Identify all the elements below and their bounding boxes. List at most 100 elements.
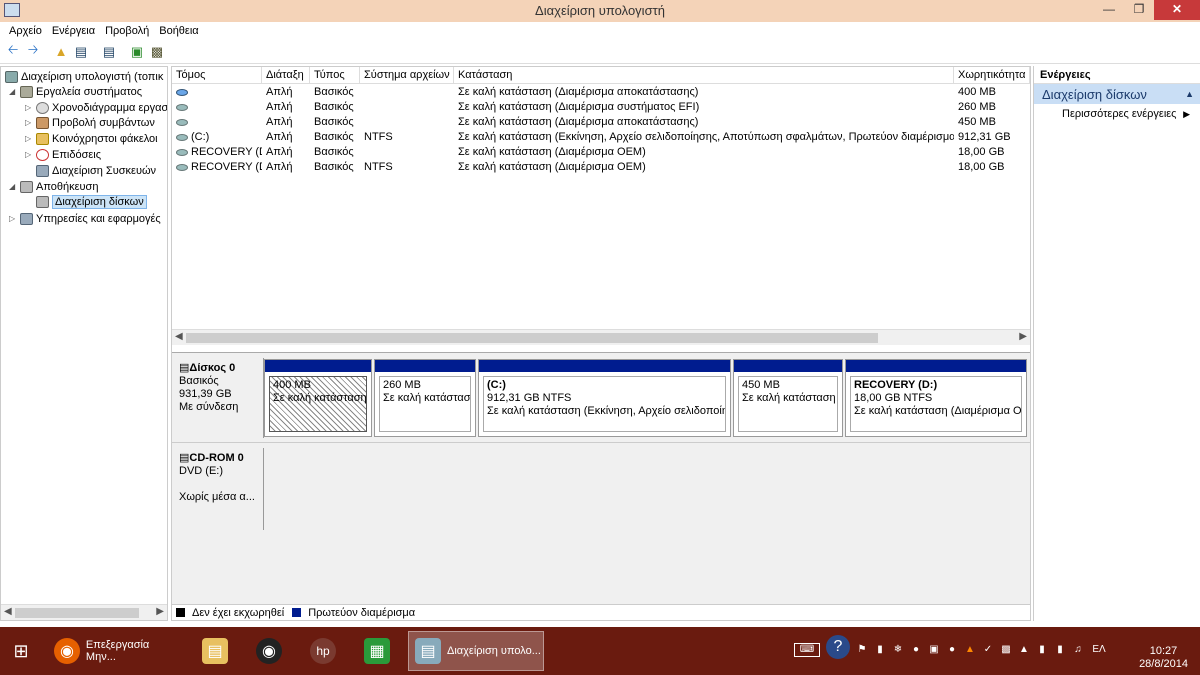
partition-recovery-400mb[interactable]: 400 MB Σε καλή κατάσταση (Διαμέρισμα απο… [264,359,372,437]
table-row[interactable]: RECOVERY (D:) Απλή Βασικός NTFS Σε καλή … [172,160,1030,175]
cdrom0-label[interactable]: ▤CD-ROM 0 DVD (E:) Χωρίς μέσα α... [173,448,263,530]
keyboard-icon[interactable]: ⌨ [794,643,820,657]
forward-arrow-icon[interactable]: 🡢 [24,42,42,61]
store-icon: ▦ [364,638,390,664]
more-actions-item[interactable]: Περισσότερες ενέργειες ▶ [1034,104,1200,120]
computer-icon [5,70,18,83]
minimize-button[interactable]: — [1094,0,1124,20]
table-row[interactable]: Απλή Βασικός Σε καλή κατάσταση (Διαμέρισ… [172,100,1030,115]
help-icon[interactable]: ▣ [128,43,146,61]
tree-item-root[interactable]: Διαχείριση υπολογιστή (τοπικ [5,69,163,84]
signal-icon[interactable]: ▮ [1054,644,1066,656]
menu-file[interactable]: Αρχείο [4,22,47,40]
scroll-right-icon[interactable]: ▶ [1019,331,1027,342]
panda-icon[interactable]: ● [910,644,922,656]
tree-item-event-viewer[interactable]: ▷ Προβολή συμβάντων [25,115,155,130]
partition-header [479,360,730,372]
disk0-label[interactable]: ▤Δίσκος 0 Βασικός 931,39 GB Με σύνδεση [173,358,263,438]
tree-horizontal-scrollbar[interactable]: ◀ ▶ [1,604,167,620]
partition-recovery-d[interactable]: RECOVERY (D:) 18,00 GB NTFS Σε καλή κατά… [845,359,1027,437]
menu-action[interactable]: Ενέργεια [47,22,100,40]
antivirus-icon[interactable]: ✓ [982,644,994,656]
scrollbar-thumb[interactable] [15,608,139,618]
scrollbar-thumb[interactable] [186,333,878,343]
performance-icon [36,148,49,161]
collapsed-arrow-icon[interactable]: ▷ [25,103,33,112]
column-status[interactable]: Κατάσταση [454,67,954,83]
scroll-right-icon[interactable]: ▶ [156,606,164,617]
taskbar-hp[interactable]: hp [306,631,340,671]
tree-item-disk-management[interactable]: Διαχείριση δίσκων [36,194,147,209]
expanded-arrow-icon[interactable]: ◢ [9,182,17,191]
volume-icon [176,148,188,156]
system-clock[interactable]: 10:27 28/8/2014 [1139,645,1188,671]
actions-section-disk-management[interactable]: Διαχείριση δίσκων ▲ [1034,84,1200,104]
partition-efi-260mb[interactable]: 260 MB Σε καλή κατάσταση (Διαμέρισμα συσ… [374,359,476,437]
battery-icon[interactable]: ▮ [1036,644,1048,656]
volume-list-horizontal-scrollbar[interactable]: ◀ ▶ [172,329,1030,345]
taskbar-explorer[interactable]: ▤ [198,631,232,671]
snowflake-icon[interactable]: ❄ [892,644,904,656]
file-explorer-icon: ▤ [202,638,228,664]
tree-item-storage[interactable]: ◢ Αποθήκευση [9,179,98,194]
help-icon[interactable]: ? [826,635,850,659]
tree-item-system-tools[interactable]: ◢ Εργαλεία συστήματος [9,84,142,99]
column-type[interactable]: Τύπος [310,67,360,83]
volume-icon [176,118,188,126]
actions-header: Ενέργειες [1034,66,1200,84]
partition-c[interactable]: (C:) 912,31 GB NTFS Σε καλή κατάσταση (Ε… [478,359,731,437]
back-arrow-icon[interactable]: 🡠 [4,42,22,61]
cdrom0-area[interactable] [264,448,1027,530]
table-row[interactable]: RECOVERY (D:) Απλή Βασικός Σε καλή κατάσ… [172,145,1030,160]
tree-item-services[interactable]: ▷ Υπηρεσίες και εφαρμογές [9,211,161,226]
flag-icon[interactable]: ⚑ [856,644,868,656]
volume-list-header: Τόμος Διάταξη Τύπος Σύστημα αρχείων Κατά… [172,67,1030,84]
table-row[interactable]: Απλή Βασικός Σε καλή κατάσταση (Διαμέρισ… [172,115,1030,130]
cd-rom-icon: ▤ [179,452,190,464]
volume-icon [176,133,188,141]
collapsed-arrow-icon[interactable]: ▷ [25,134,33,143]
scroll-left-icon[interactable]: ◀ [175,331,183,342]
power-icon[interactable]: ● [946,644,958,656]
volume-icon[interactable]: ♫ [1072,644,1084,656]
partition-recovery-450mb[interactable]: 450 MB Σε καλή κατάσταση (Διαμέρισμα απο… [733,359,843,437]
up-arrow-icon[interactable]: ▲ [1018,644,1030,656]
menu-view[interactable]: Προβολή [100,22,154,40]
collapsed-arrow-icon[interactable]: ▷ [9,214,17,223]
maximize-button[interactable]: ❐ [1124,0,1154,20]
network-icon[interactable]: ▮ [874,644,886,656]
tree-item-shared-folders[interactable]: ▷ Κοινόχρηστοι φάκελοι [25,131,158,146]
table-row[interactable]: Απλή Βασικός Σε καλή κατάσταση (Διαμέρισ… [172,85,1030,100]
column-volume[interactable]: Τόμος [172,67,262,83]
column-layout[interactable]: Διάταξη [262,67,310,83]
taskbar-store[interactable]: ▦ [360,631,394,671]
refresh-icon[interactable]: ▩ [148,43,166,61]
taskbar-media[interactable]: ◉ [252,631,286,671]
tree-item-device-manager[interactable]: Διαχείριση Συσκευών [36,163,156,178]
taskbar-computer-management[interactable]: ▤ Διαχείριση υπολο... [408,631,544,671]
language-indicator[interactable]: ΕΛ [1090,644,1108,656]
monitor-icon[interactable]: ▩ [1000,644,1012,656]
close-button[interactable]: ✕ [1154,0,1200,20]
tree-item-performance[interactable]: ▷ Επιδόσεις [25,147,101,162]
window-title: Διαχείριση υπολογιστή [535,3,665,18]
column-file-system[interactable]: Σύστημα αρχείων [360,67,454,83]
collapse-up-icon[interactable]: ▲ [1185,89,1194,99]
expanded-arrow-icon[interactable]: ◢ [9,87,17,96]
taskbar-firefox[interactable]: ◉ Επεξεργασία Μην... [50,631,182,671]
column-capacity[interactable]: Χωρητικότητα [954,67,1030,83]
show-hide-tree-icon[interactable]: ▤ [72,43,90,61]
scroll-left-icon[interactable]: ◀ [4,606,12,617]
computer-management-icon: ▤ [415,638,441,664]
collapsed-arrow-icon[interactable]: ▷ [25,118,33,127]
menu-help[interactable]: Βοήθεια [154,22,203,40]
start-button[interactable]: ⊞ [6,631,36,671]
flame-icon[interactable]: ▲ [964,644,976,656]
table-row[interactable]: (C:) Απλή Βασικός NTFS Σε καλή κατάσταση… [172,130,1030,145]
camera-icon[interactable]: ▣ [928,644,940,656]
collapsed-arrow-icon[interactable]: ▷ [25,150,33,159]
up-folder-icon[interactable]: ▲ [52,43,70,61]
properties-icon[interactable]: ▤ [100,43,118,61]
title-bar: Διαχείριση υπολογιστή — ❐ ✕ [0,0,1200,22]
tree-item-task-scheduler[interactable]: ▷ Χρονοδιάγραμμα εργασ [25,100,167,115]
